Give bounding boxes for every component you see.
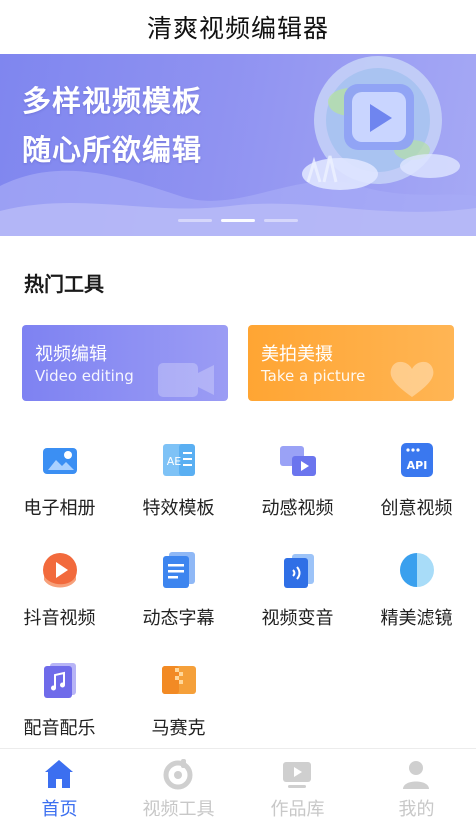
tool-label: 配音配乐	[23, 718, 96, 739]
tool-label: 创意视频	[380, 498, 453, 519]
tool-photo-album[interactable]: 电子相册	[0, 440, 119, 540]
filter-icon	[400, 553, 434, 587]
tool-creative-video[interactable]: API 创意视频	[357, 440, 476, 540]
card-title: 视频编辑	[35, 344, 107, 365]
tool-label: 马赛克	[151, 718, 206, 739]
tool-label: 电子相册	[23, 498, 96, 519]
tab-profile[interactable]: 我的	[357, 749, 476, 819]
app-title: 清爽视频编辑器	[146, 14, 329, 43]
tool-label: 特效模板	[142, 498, 215, 519]
tool-mosaic[interactable]: 马赛克	[119, 660, 238, 760]
tool-douyin-video[interactable]: 抖音视频	[0, 550, 119, 650]
tab-home[interactable]: 首页	[0, 749, 119, 819]
tab-works-library[interactable]: 作品库	[238, 749, 357, 819]
tool-voice-change[interactable]: 视频变音	[238, 550, 357, 650]
carousel-indicator	[0, 219, 476, 222]
tab-label: 作品库	[270, 799, 325, 819]
tool-label: 动态字幕	[142, 608, 215, 629]
tab-video-tools[interactable]: 视频工具	[119, 749, 238, 819]
effects-template-icon: AE	[163, 444, 195, 476]
tool-dynamic-subtitles[interactable]: 动态字幕	[119, 550, 238, 650]
tool-filters[interactable]: 精美滤镜	[357, 550, 476, 650]
subtitles-icon	[163, 552, 195, 588]
play-globe-icon	[302, 56, 460, 190]
svg-text:API: API	[407, 459, 428, 472]
tab-label: 我的	[398, 799, 435, 819]
tool-effects-template[interactable]: AE 特效模板	[119, 440, 238, 540]
promo-banner[interactable]: 多样视频模板 随心所欲编辑	[0, 54, 476, 236]
title-bar: 清爽视频编辑器	[0, 0, 476, 54]
tool-dubbing-music[interactable]: 配音配乐	[0, 660, 119, 760]
music-icon	[44, 663, 76, 698]
tool-dynamic-video[interactable]: 动感视频	[238, 440, 357, 540]
carousel-dot[interactable]	[178, 219, 212, 222]
card-title: 美拍美摄	[261, 344, 333, 365]
tab-label: 首页	[41, 799, 78, 819]
mosaic-icon	[162, 666, 196, 694]
section-title-hot-tools: 热门工具	[24, 272, 104, 296]
card-subtitle: Video editing	[35, 367, 134, 385]
tool-label: 精美滤镜	[380, 608, 453, 629]
tool-label: 抖音视频	[23, 608, 96, 629]
card-subtitle: Take a picture	[261, 367, 366, 385]
voice-change-icon	[284, 554, 314, 588]
photo-album-icon	[43, 448, 77, 474]
home-icon	[45, 760, 73, 788]
works-library-icon	[283, 762, 311, 788]
video-editing-card[interactable]: 视频编辑 Video editing	[22, 325, 228, 401]
tool-label: 动感视频	[261, 498, 334, 519]
carousel-dot[interactable]	[264, 219, 298, 222]
banner-headline-2: 随心所欲编辑	[22, 133, 203, 167]
video-tools-icon	[163, 759, 193, 790]
carousel-dot-active[interactable]	[221, 219, 255, 222]
tab-label: 视频工具	[142, 799, 215, 819]
bottom-tab-bar: 首页 视频工具 作品库 我的	[0, 748, 476, 819]
api-creative-icon: API	[401, 443, 433, 477]
heart-icon	[390, 361, 434, 397]
video-camera-icon	[158, 363, 214, 397]
tool-label: 视频变音	[261, 608, 334, 629]
take-picture-card[interactable]: 美拍美摄 Take a picture	[248, 325, 454, 401]
banner-headline-1: 多样视频模板	[22, 84, 203, 118]
dynamic-video-icon	[280, 446, 316, 476]
svg-text:AE: AE	[167, 455, 182, 468]
profile-icon	[403, 761, 429, 789]
douyin-play-icon	[43, 553, 77, 588]
